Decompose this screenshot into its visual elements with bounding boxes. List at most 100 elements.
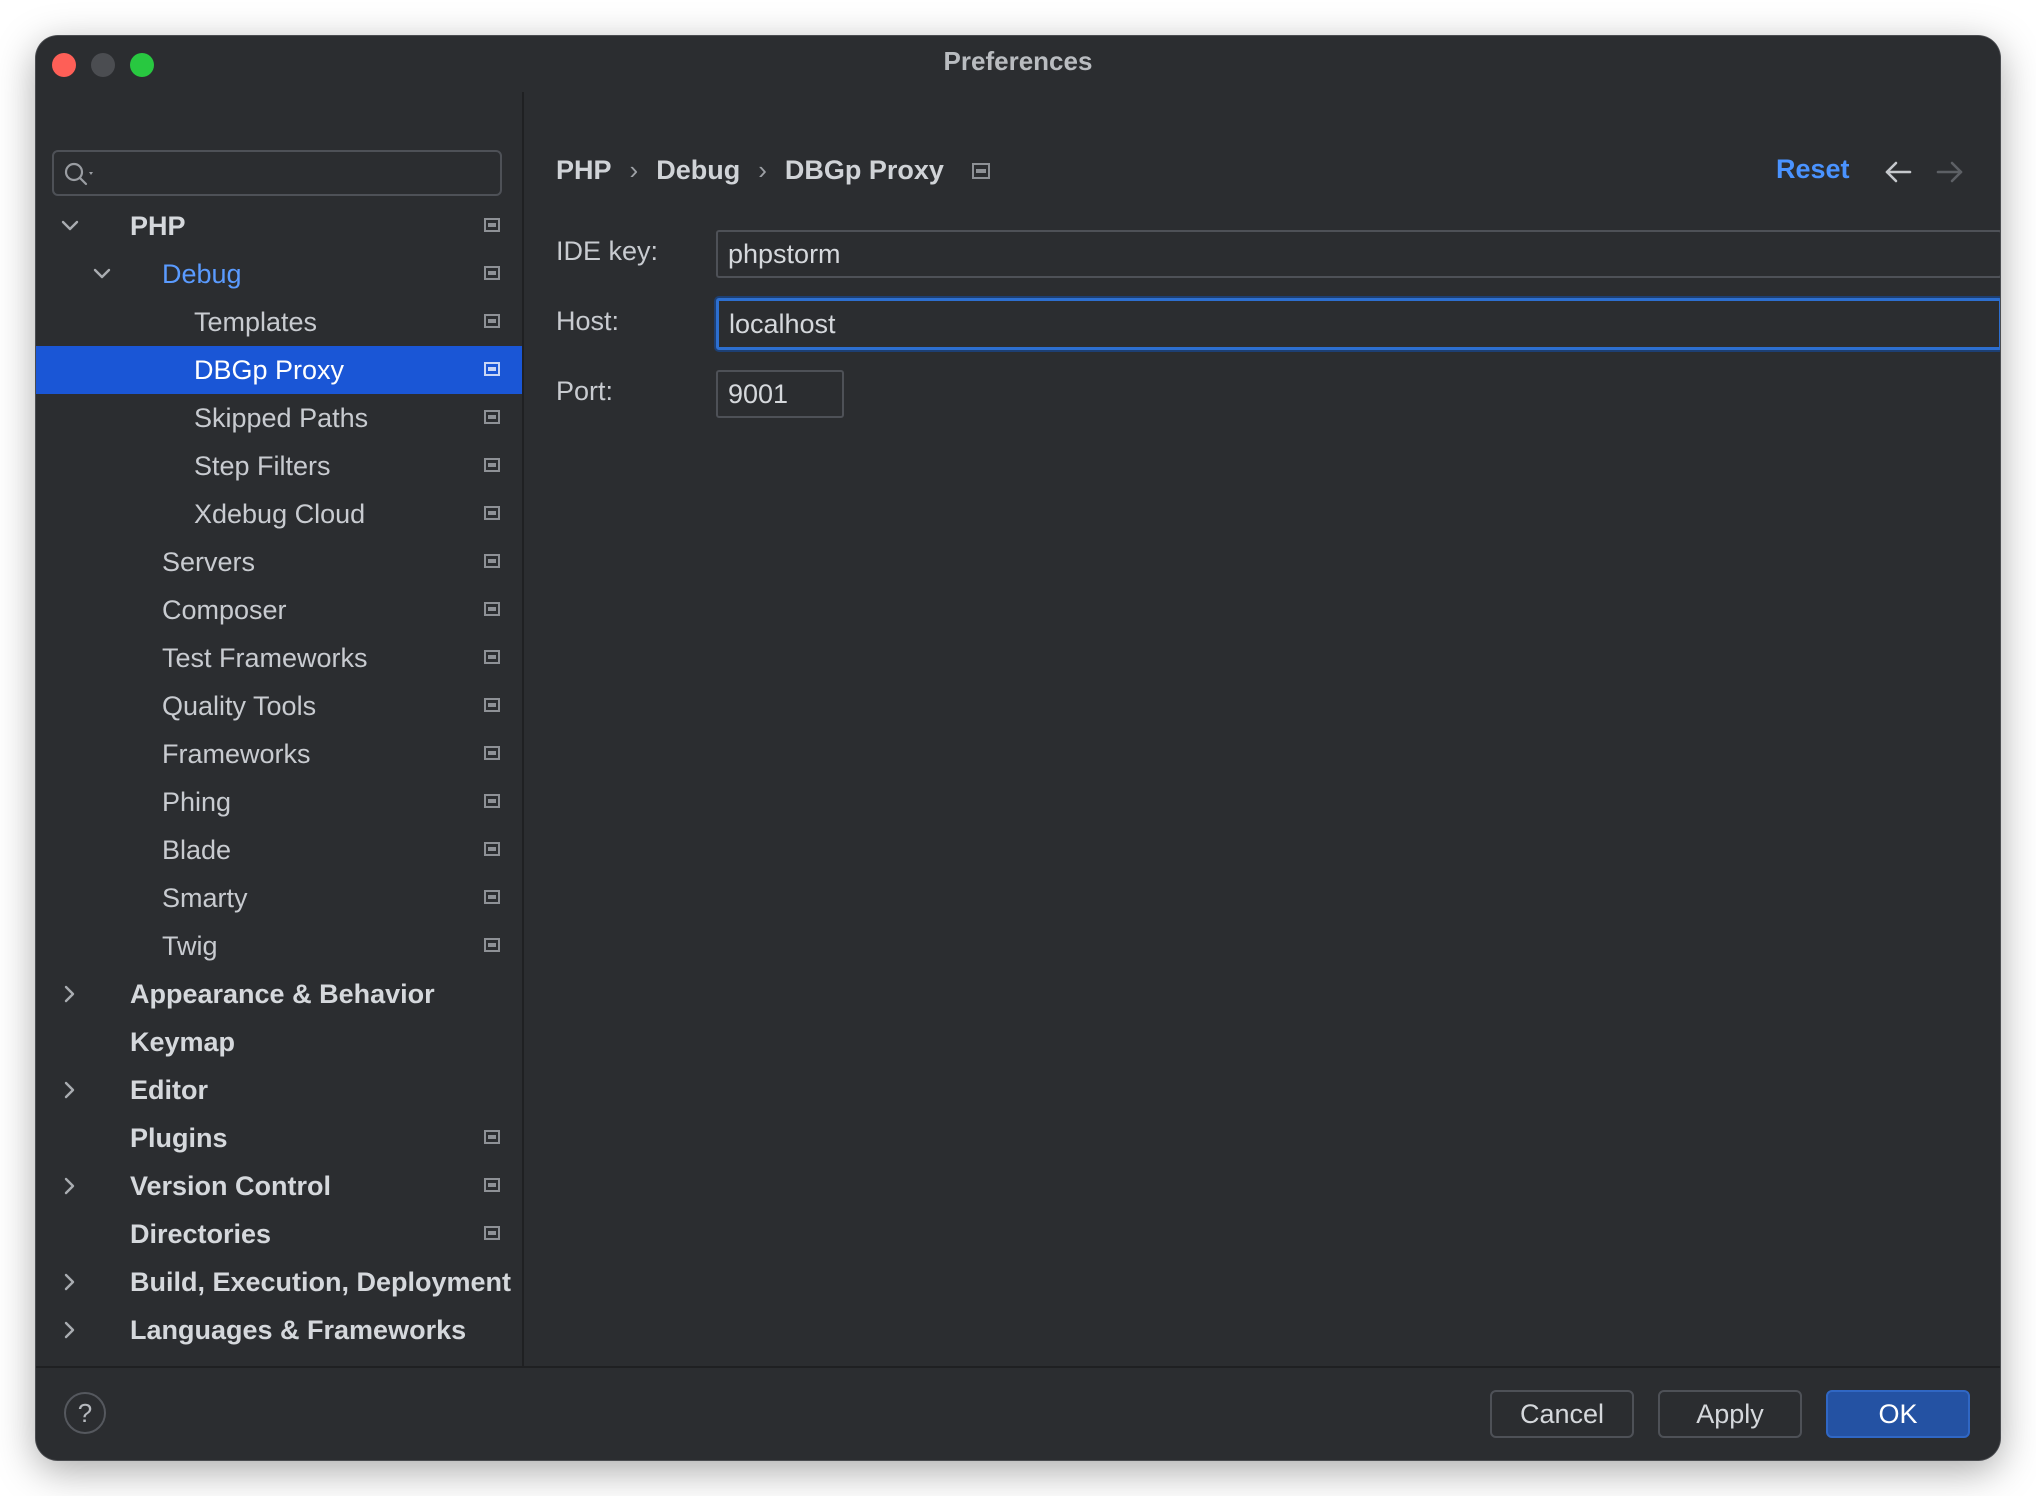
settings-page-icon — [484, 554, 500, 568]
sidebar-item-step-filters[interactable]: Step Filters — [36, 442, 522, 490]
breadcrumb-item-dbgp-proxy: DBGp Proxy — [784, 155, 944, 186]
settings-page-icon — [484, 746, 500, 760]
sidebar-item-phing[interactable]: Phing — [36, 778, 522, 826]
sidebar-item-appearance-behavior[interactable]: Appearance & Behavior — [36, 970, 522, 1018]
search-icon — [64, 162, 93, 186]
sidebar-item-quality-tools[interactable]: Quality Tools — [36, 682, 522, 730]
sidebar-item-keymap[interactable]: Keymap — [36, 1018, 522, 1066]
sidebar-item-label: Debug — [162, 259, 242, 289]
cancel-button[interactable]: Cancel — [1490, 1390, 1634, 1438]
settings-page-icon — [484, 1130, 500, 1144]
settings-page-icon — [484, 458, 500, 472]
sidebar-item-languages-frameworks[interactable]: Languages & Frameworks — [36, 1306, 522, 1354]
settings-page-icon — [484, 938, 500, 952]
sidebar-item-label: Version Control — [130, 1171, 332, 1201]
sidebar-item-label: Directories — [130, 1219, 272, 1249]
preferences-window: Preferences PHP Debug Templates DBGp Proxy S… — [36, 36, 2000, 1460]
sidebar-item-frameworks[interactable]: Frameworks — [36, 730, 522, 778]
breadcrumb-separator: › — [629, 155, 639, 186]
breadcrumb: PHP › Debug › DBGp Proxy — [556, 154, 990, 190]
settings-page-icon — [484, 362, 500, 376]
chevron-right-icon[interactable] — [60, 1320, 80, 1340]
sidebar-item-label: Phing — [162, 787, 232, 817]
sidebar-item-debug[interactable]: Debug — [36, 250, 522, 298]
settings-page-icon — [484, 1178, 500, 1192]
settings-page-icon — [484, 698, 500, 712]
sidebar-item-label: Twig — [162, 931, 218, 961]
sidebar-item-label: Build, Execution, Deployment — [130, 1267, 512, 1297]
sidebar-item-skipped-paths[interactable]: Skipped Paths — [36, 394, 522, 442]
sidebar-item-smarty[interactable]: Smarty — [36, 874, 522, 922]
settings-page-icon — [484, 410, 500, 424]
sidebar-item-label: Skipped Paths — [194, 403, 369, 433]
sidebar-item-label: Languages & Frameworks — [130, 1315, 467, 1345]
settings-search-input[interactable] — [104, 156, 498, 192]
arrow-right-icon[interactable] — [1936, 160, 1964, 184]
settings-page-icon — [484, 602, 500, 616]
dialog-footer: ? Cancel Apply OK — [36, 1366, 2000, 1460]
sidebar-item-label: DBGp Proxy — [194, 355, 345, 385]
sidebar-item-label: Keymap — [130, 1027, 236, 1057]
sidebar-item-label: Appearance & Behavior — [130, 979, 435, 1009]
sidebar-item-label: Servers — [162, 547, 256, 577]
sidebar-item-servers[interactable]: Servers — [36, 538, 522, 586]
breadcrumb-item-debug: Debug — [656, 155, 741, 186]
sidebar-item-php[interactable]: PHP — [36, 202, 522, 250]
sidebar-item-dbgp-proxy[interactable]: DBGp Proxy — [36, 346, 522, 394]
window-title: Preferences — [943, 46, 1093, 76]
settings-sidebar: PHP Debug Templates DBGp Proxy Skipped Paths… — [36, 92, 524, 1393]
chevron-down-icon[interactable] — [92, 264, 112, 284]
sidebar-item-label: PHP — [130, 211, 186, 241]
sidebar-item-xdebug-cloud[interactable]: Xdebug Cloud — [36, 490, 522, 538]
sidebar-item-templates[interactable]: Templates — [36, 298, 522, 346]
host-input[interactable] — [716, 298, 2000, 350]
sidebar-item-label: Composer — [162, 595, 287, 625]
settings-page-icon — [484, 650, 500, 664]
settings-page-icon — [484, 506, 500, 520]
sidebar-item-label: Smarty — [162, 883, 248, 913]
settings-page-icon — [484, 842, 500, 856]
reset-link[interactable]: Reset — [1776, 154, 1850, 185]
sidebar-item-label: Test Frameworks — [162, 643, 368, 673]
port-input[interactable] — [716, 370, 844, 418]
sidebar-item-plugins[interactable]: Plugins — [36, 1114, 522, 1162]
sidebar-item-twig[interactable]: Twig — [36, 922, 522, 970]
sidebar-item-editor[interactable]: Editor — [36, 1066, 522, 1114]
settings-page-icon — [484, 794, 500, 808]
title-bar: Preferences — [36, 36, 2000, 92]
sidebar-item-label: Xdebug Cloud — [194, 499, 366, 529]
sidebar-item-test-frameworks[interactable]: Test Frameworks — [36, 634, 522, 682]
settings-page-icon — [484, 314, 500, 328]
ok-button[interactable]: OK — [1826, 1390, 1970, 1438]
apply-button[interactable]: Apply — [1658, 1390, 1802, 1438]
ide-key-input[interactable] — [716, 230, 2000, 278]
chevron-down-icon[interactable] — [60, 216, 80, 236]
arrow-left-icon[interactable] — [1884, 160, 1912, 184]
settings-page-icon — [484, 218, 500, 232]
ide-key-label: IDE key: — [556, 236, 659, 266]
sidebar-item-version-control[interactable]: Version Control — [36, 1162, 522, 1210]
sidebar-item-build-execution-deployment[interactable]: Build, Execution, Deployment — [36, 1258, 522, 1306]
port-label: Port: — [556, 376, 614, 406]
help-button[interactable]: ? — [64, 1392, 106, 1434]
settings-search-box[interactable] — [52, 150, 502, 196]
chevron-right-icon[interactable] — [60, 1176, 80, 1196]
chevron-right-icon[interactable] — [60, 1080, 80, 1100]
sidebar-item-label: Frameworks — [162, 739, 311, 769]
sidebar-item-label: Plugins — [130, 1123, 228, 1153]
settings-page-icon — [484, 1226, 500, 1240]
settings-page-icon — [484, 266, 500, 280]
sidebar-item-blade[interactable]: Blade — [36, 826, 522, 874]
sidebar-item-directories[interactable]: Directories — [36, 1210, 522, 1258]
sidebar-item-label: Editor — [130, 1075, 208, 1105]
settings-content-panel: PHP › Debug › DBGp Proxy Reset IDE key: Host… — [524, 92, 2000, 1368]
chevron-right-icon[interactable] — [60, 984, 80, 1004]
host-label: Host: — [556, 306, 620, 336]
sidebar-item-label: Quality Tools — [162, 691, 317, 721]
sidebar-item-label: Blade — [162, 835, 232, 865]
sidebar-item-composer[interactable]: Composer — [36, 586, 522, 634]
breadcrumb-separator: › — [758, 155, 767, 186]
chevron-right-icon[interactable] — [60, 1272, 80, 1292]
settings-page-icon — [484, 890, 500, 904]
settings-page-icon — [971, 155, 990, 186]
